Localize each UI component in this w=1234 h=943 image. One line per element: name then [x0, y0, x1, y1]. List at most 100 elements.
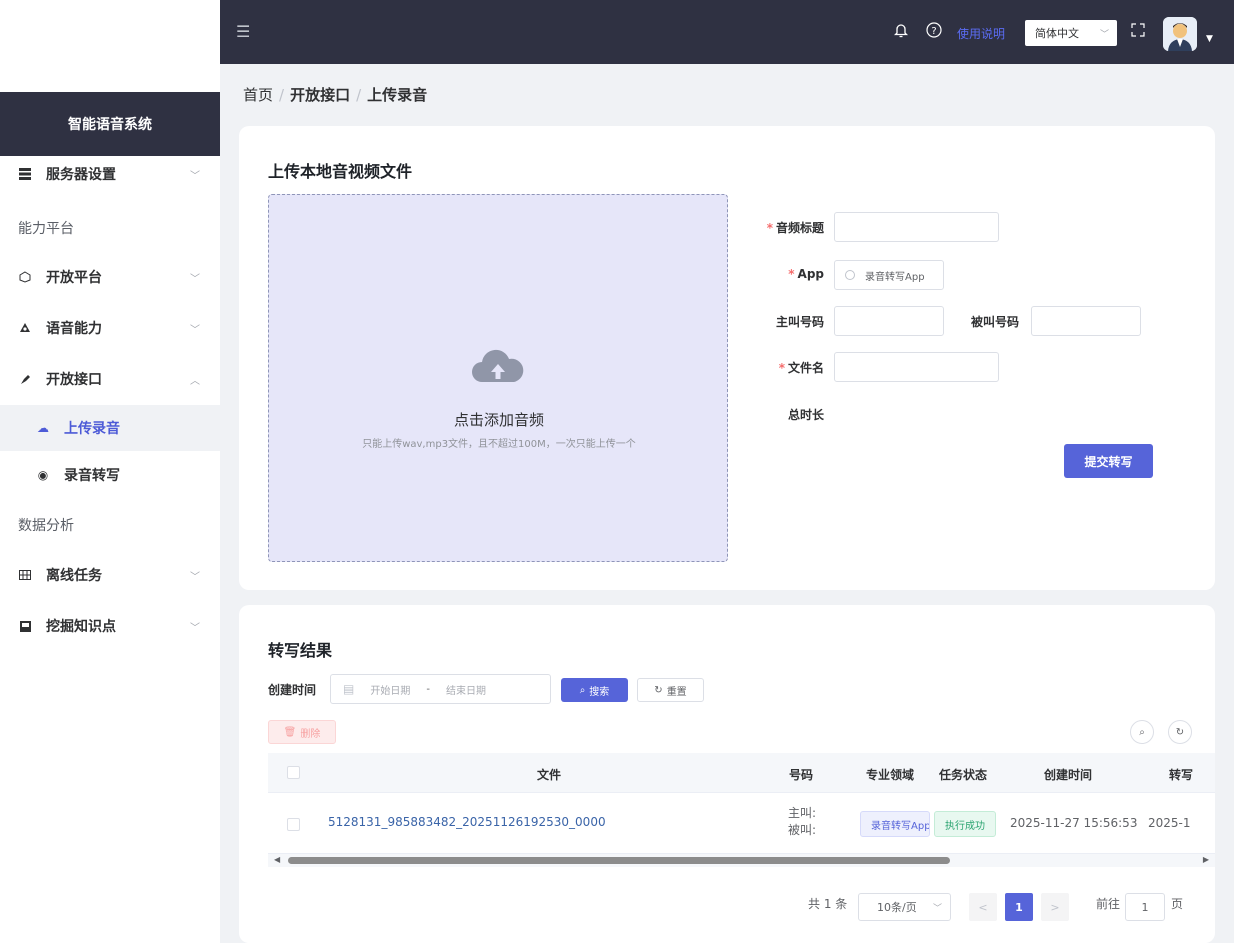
caret-down-icon[interactable]: ▼: [1206, 34, 1213, 44]
language-value: 简体中文: [1035, 27, 1079, 40]
search-icon: ⌕: [1139, 726, 1145, 738]
server-icon: [18, 167, 32, 181]
scroll-left-icon[interactable]: ◀: [274, 855, 280, 864]
submit-transcription-button[interactable]: 提交转写: [1064, 444, 1153, 478]
avatar[interactable]: [1163, 17, 1197, 51]
delete-button[interactable]: 🗑 删除: [268, 720, 336, 744]
page-suffix: 页: [1171, 897, 1184, 911]
sidebar-subitem-upload-recording[interactable]: ☁ 上传录音: [0, 405, 220, 451]
audio-title-input[interactable]: [834, 212, 999, 242]
app-option-label: 录音转写App: [865, 271, 925, 283]
chevron-down-icon: ﹀: [190, 324, 200, 336]
results-card-title: 转写结果: [268, 641, 333, 660]
brand-title: 智能语音系统: [0, 92, 220, 156]
horizontal-scrollbar[interactable]: ◀ ▶: [268, 854, 1215, 867]
chevron-down-icon: ﹀: [1099, 29, 1109, 40]
api-icon: [18, 372, 32, 386]
column-domain: 专业领域: [866, 768, 915, 782]
page-size-select[interactable]: 10条/页 ﹀: [858, 893, 951, 921]
sidebar-item-offline-task[interactable]: 离线任务 ﹀: [0, 550, 220, 600]
upload-title: 点击添加音频: [453, 411, 544, 429]
audio-title-label: * 音频标题: [766, 221, 824, 235]
refresh-icon: ↻: [1175, 726, 1185, 738]
trash-icon: 🗑: [283, 726, 297, 738]
menu-toggle-icon[interactable]: ☰: [236, 22, 250, 41]
group-title-capability: 能力平台: [18, 221, 74, 237]
start-date-placeholder[interactable]: 开始日期: [370, 682, 410, 697]
file-link[interactable]: 5128131_985883482_20251126192530_0000: [328, 815, 606, 829]
sidebar: 智能语音系统 服务器设置 ﹀ 能力平台 开放平台 ﹀ 语音能力 ﹀ 开放接口 ︿…: [0, 0, 220, 943]
date-range-picker[interactable]: ▤ 开始日期 - 结束日期: [330, 674, 551, 704]
filename-input[interactable]: [834, 352, 999, 382]
voice-icon: [18, 321, 32, 335]
callee-label: 被叫号码: [970, 315, 1019, 329]
language-select[interactable]: 简体中文 ﹀: [1025, 20, 1117, 46]
refresh-icon: ↻: [654, 684, 663, 696]
breadcrumb-home[interactable]: 首页: [243, 86, 273, 104]
chevron-up-icon: ︿: [190, 375, 200, 387]
column-number: 号码: [789, 768, 814, 782]
next-page-button[interactable]: >: [1041, 893, 1069, 921]
search-icon: ⌕: [579, 684, 586, 696]
page-number-button[interactable]: 1: [1005, 893, 1033, 921]
scroll-thumb[interactable]: [288, 857, 950, 864]
chevron-down-icon: ﹀: [190, 170, 200, 182]
knowledge-icon: [18, 619, 32, 633]
help-link[interactable]: 使用说明: [957, 25, 1005, 42]
search-toggle-button[interactable]: ⌕: [1130, 720, 1154, 744]
chevron-right-icon: >: [1050, 900, 1060, 914]
upload-dropzone[interactable]: 点击添加音频 只能上传wav,mp3文件，且不超过100M，一次只能上传一个: [268, 194, 728, 562]
select-all-checkbox[interactable]: [287, 766, 300, 779]
sidebar-subitem-transcribe[interactable]: ◉ 录音转写: [0, 452, 220, 498]
refresh-button[interactable]: ↻: [1168, 720, 1192, 744]
callee-value: 被叫:: [788, 823, 817, 837]
calendar-icon: ▤: [343, 682, 355, 696]
sidebar-subitem-label: 录音转写: [64, 468, 120, 484]
breadcrumb-separator: /: [356, 86, 362, 104]
sidebar-item-voice-capability[interactable]: 语音能力 ﹀: [0, 303, 220, 353]
app-label: * App: [788, 267, 824, 281]
created-time-cell: 2025-11-27 15:56:53: [1010, 816, 1138, 830]
results-card: 转写结果 创建时间 ▤ 开始日期 - 结束日期 ⌕ 搜索 ↻ 重置 🗑 删除 ⌕ ↻ …: [239, 605, 1215, 943]
goto-label: 前往: [1096, 897, 1121, 911]
sidebar-item-knowledge-mining[interactable]: 挖掘知识点 ﹀: [0, 601, 220, 651]
fullscreen-icon[interactable]: [1130, 22, 1146, 42]
svg-text:?: ?: [931, 26, 936, 37]
sidebar-item-open-platform[interactable]: 开放平台 ﹀: [0, 252, 220, 302]
transcribe-icon: ◉: [37, 468, 49, 482]
caller-input[interactable]: [834, 306, 944, 336]
app-radio-option[interactable]: 录音转写App: [834, 260, 944, 290]
created-time-label: 创建时间: [268, 683, 317, 697]
help-circle-icon[interactable]: ?: [926, 22, 942, 42]
column-status: 任务状态: [939, 768, 988, 782]
column-file: 文件: [537, 768, 562, 782]
phone-numbers: 主叫: 被叫:: [788, 805, 816, 839]
search-button[interactable]: ⌕ 搜索: [561, 678, 628, 702]
end-date-placeholder[interactable]: 结束日期: [446, 682, 486, 697]
bell-icon[interactable]: [893, 22, 909, 42]
prev-page-button[interactable]: <: [969, 893, 997, 921]
breadcrumb-level2[interactable]: 开放接口: [290, 86, 350, 104]
scroll-right-icon[interactable]: ▶: [1203, 855, 1209, 864]
top-bar: ☰ ? 使用说明 简体中文 ﹀ ▼: [220, 0, 1234, 64]
row-checkbox[interactable]: [287, 818, 300, 831]
duration-label: 总时长: [787, 408, 824, 422]
goto-page-input[interactable]: 1: [1125, 893, 1165, 921]
upload-card: 上传本地音视频文件 点击添加音频 只能上传wav,mp3文件，且不超过100M，…: [239, 126, 1215, 590]
column-created: 创建时间: [1044, 768, 1093, 782]
breadcrumb-separator: /: [279, 86, 285, 104]
chevron-down-icon: ﹀: [190, 571, 200, 583]
chevron-down-icon: ﹀: [190, 273, 200, 285]
upload-hint: 只能上传wav,mp3文件，且不超过100M，一次只能上传一个: [362, 439, 636, 450]
sidebar-item-server-settings[interactable]: 服务器设置 ﹀: [0, 149, 220, 199]
table-header: 文件 号码 专业领域 任务状态 创建时间 转写: [268, 753, 1215, 793]
reset-button[interactable]: ↻ 重置: [637, 678, 704, 702]
callee-input[interactable]: [1031, 306, 1141, 336]
group-title-analysis: 数据分析: [18, 518, 74, 534]
range-separator: -: [426, 683, 430, 695]
upload-card-title: 上传本地音视频文件: [268, 162, 413, 181]
sidebar-subitem-label: 上传录音: [64, 421, 120, 437]
chevron-down-icon: ﹀: [932, 903, 942, 914]
radio-icon: [845, 270, 855, 280]
sidebar-item-open-api[interactable]: 开放接口 ︿: [0, 354, 220, 404]
